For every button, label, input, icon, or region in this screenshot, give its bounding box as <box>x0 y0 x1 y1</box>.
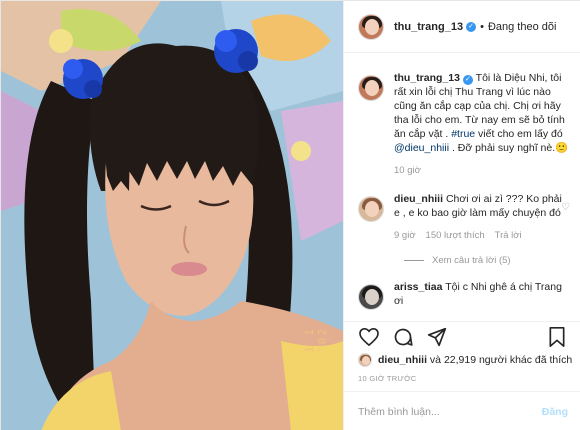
post-time-ago[interactable]: 10 GIỜ TRƯỚC <box>358 374 417 383</box>
comment-meta: 10 giờ <box>394 165 570 176</box>
post-side-panel: thu_trang_13 ✓ • Đang theo dõi thu_trang… <box>343 1 580 430</box>
view-replies-button[interactable]: Xem câu trả lời (5) <box>404 255 568 266</box>
commenter-username[interactable]: thu_trang_13 <box>394 72 460 84</box>
caption-comment: thu_trang_13 ✓ Tôi là Diệu Nhi, tôi rất x… <box>358 71 568 176</box>
comment-time[interactable]: 9 giờ <box>394 230 416 241</box>
liker-avatar[interactable] <box>358 353 372 367</box>
hashtag-link[interactable]: #true <box>451 128 475 140</box>
comment-icon <box>394 328 413 346</box>
caption-text: thu_trang_13 ✓ Tôi là Diệu Nhi, tôi rất x… <box>394 71 570 155</box>
liker-username[interactable]: dieu_nhiii <box>378 354 427 366</box>
like-button[interactable] <box>358 326 380 348</box>
comment-body-3: . Đỡ phải suy nghĩ nè.🙂 <box>449 142 569 154</box>
post-photo[interactable]: 1 1 '02 <box>1 1 343 430</box>
post-actions <box>344 321 580 351</box>
photo-illustration <box>1 1 343 430</box>
post-header: thu_trang_13 ✓ • Đang theo dõi <box>344 1 580 53</box>
mention-link[interactable]: @dieu_nhiii <box>394 142 449 154</box>
share-icon <box>427 327 447 346</box>
view-replies-label: Xem câu trả lời (5) <box>432 255 511 266</box>
add-comment-bar: Đăng <box>344 391 580 430</box>
commenter-avatar[interactable] <box>358 196 384 222</box>
separator-dot: • <box>480 20 484 33</box>
comments-list: thu_trang_13 ✓ Tôi là Diệu Nhi, tôi rất x… <box>344 53 580 321</box>
follow-state-button[interactable]: Đang theo dõi <box>488 21 557 33</box>
verified-icon: ✓ <box>466 21 477 32</box>
comment-time[interactable]: 10 giờ <box>394 165 421 176</box>
photo-date-stamp: 1 1 '02 <box>303 327 329 353</box>
instagram-post-modal: 1 1 '02 thu_trang_13 ✓ • Đang theo dõi t… <box>0 0 580 430</box>
commenter-username[interactable]: ariss_tiaa <box>394 281 442 293</box>
commenter-avatar[interactable] <box>358 284 384 310</box>
author-avatar[interactable] <box>358 13 384 40</box>
commenter-avatar[interactable] <box>358 75 384 101</box>
comment-button[interactable] <box>392 326 414 348</box>
author-username[interactable]: thu_trang_13 <box>394 21 463 33</box>
comment-text: ariss_tiaa Tội c Nhi ghê á chị Trang ơi <box>394 280 570 308</box>
post-comment-button[interactable]: Đăng <box>542 406 568 418</box>
share-button[interactable] <box>426 326 448 348</box>
like-icon <box>359 327 379 346</box>
bookmark-icon <box>549 326 565 347</box>
comment-input[interactable] <box>358 405 542 418</box>
likes-summary: dieu_nhiii và 22,919 người khác đã thích <box>358 353 572 367</box>
reply-button[interactable]: Trả lời <box>495 230 522 241</box>
comment-body-2: viết cho em lấy đó <box>475 128 563 140</box>
comment-meta: 9 giờ 150 lượt thích Trả lời <box>394 230 570 241</box>
save-button[interactable] <box>546 326 568 348</box>
heart-small-icon[interactable]: ♡ <box>561 202 570 213</box>
comment-text: dieu_nhiii Chơi ơi ai zì ??? Ko phải e ,… <box>394 192 570 220</box>
likes-count-text[interactable]: và 22,919 người khác đã thích <box>427 354 572 366</box>
comment-likes[interactable]: 150 lượt thích <box>426 230 485 241</box>
comment: ariss_tiaa Tội c Nhi ghê á chị Trang ơi <box>358 280 568 310</box>
comment: dieu_nhiii Chơi ơi ai zì ??? Ko phải e ,… <box>358 192 570 241</box>
verified-icon: ✓ <box>462 75 473 85</box>
commenter-username[interactable]: dieu_nhiii <box>394 193 443 205</box>
replies-divider <box>404 260 424 261</box>
